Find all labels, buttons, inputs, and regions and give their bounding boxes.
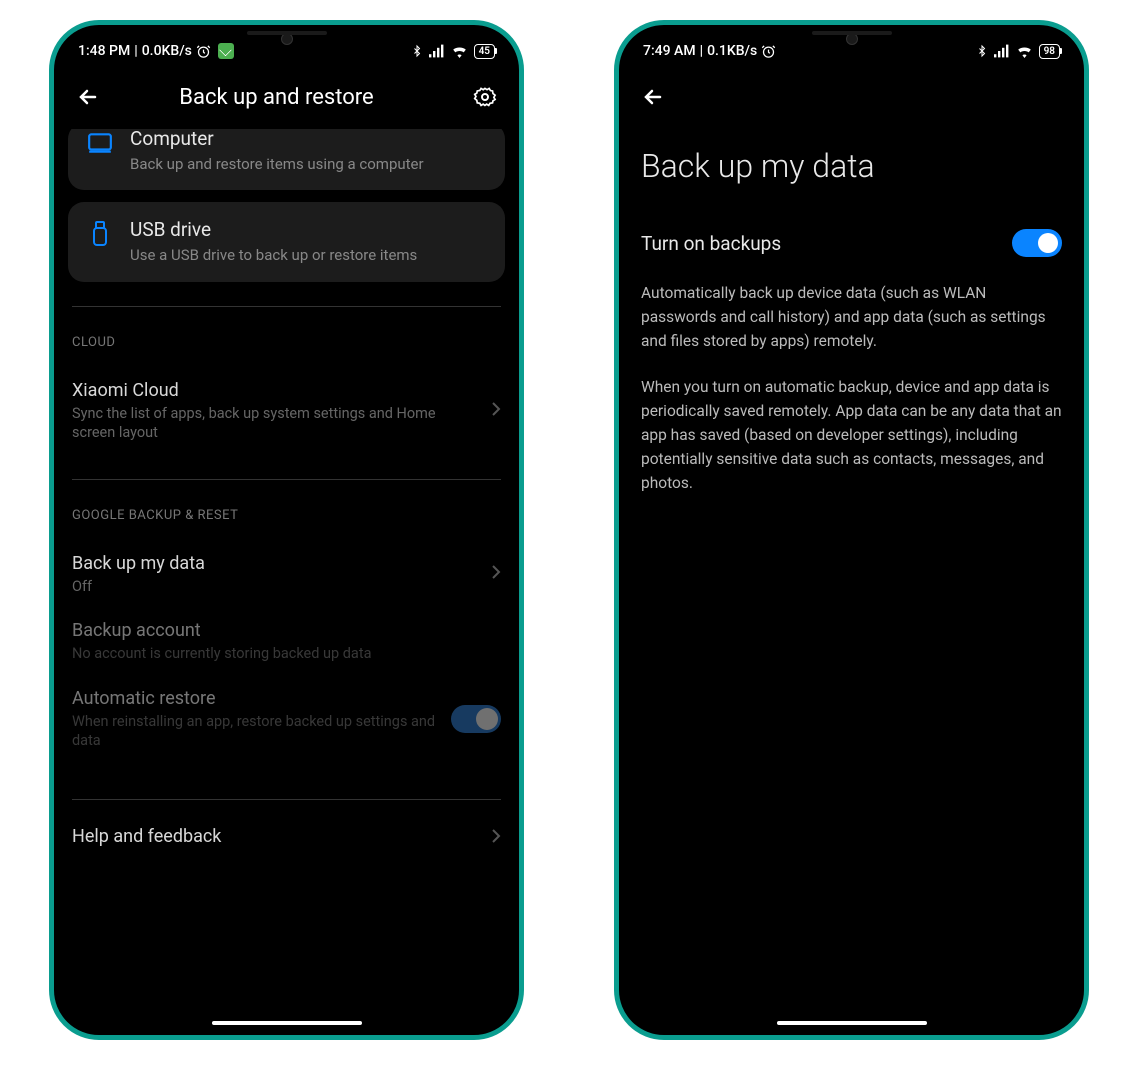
signal-icon [994,44,1010,58]
wifi-icon [451,44,468,58]
divider [72,306,501,307]
battery-indicator: 98 [1039,44,1060,59]
status-divider: | [134,43,137,59]
row-automatic-restore: Automatic restore When reinstalling an a… [68,676,505,763]
wifi-icon [1016,44,1033,58]
row-title: Xiaomi Cloud [72,380,477,401]
app-header: Back up and restore [54,65,519,129]
battery-indicator: 45 [474,44,495,59]
chevron-right-icon [491,564,501,584]
signal-icon [429,44,445,58]
notch [762,25,942,53]
card-computer[interactable]: Computer Back up and restore items using… [68,129,505,190]
card-title: Computer [130,129,487,150]
card-usb[interactable]: USB drive Use a USB drive to back up or … [68,202,505,281]
card-subtitle: Back up and restore items using a comput… [130,154,487,174]
row-backup-my-data[interactable]: Back up my data Off [68,541,505,609]
app-header [619,65,1084,117]
row-help-feedback[interactable]: Help and feedback [68,814,505,862]
chevron-right-icon [491,401,501,421]
row-title: Back up my data [72,553,477,574]
toggle-automatic-restore[interactable] [451,705,501,733]
section-label-google: GOOGLE BACKUP & RESET [68,494,505,541]
status-speed: 0.1KB/s [707,43,757,59]
home-indicator[interactable] [777,1021,927,1025]
row-title: Help and feedback [72,826,477,847]
page-title: Back up and restore [102,85,451,110]
toggle-label: Turn on backups [641,232,781,255]
section-label-cloud: CLOUD [68,321,505,368]
back-button[interactable] [74,83,102,111]
row-subtitle: When reinstalling an app, restore backed… [72,712,437,751]
settings-button[interactable] [471,83,499,111]
back-button[interactable] [639,83,667,111]
card-title: USB drive [130,218,487,241]
phone-left: 1:48 PM | 0.0KB/s 45 Back up and resto [49,20,524,1040]
bluetooth-icon [976,44,988,58]
row-subtitle: Sync the list of apps, back up system se… [72,404,477,443]
description-paragraph-2: When you turn on automatic backup, devic… [633,375,1070,517]
page-title: Back up my data [633,117,1070,221]
chevron-right-icon [491,828,501,848]
row-backup-account[interactable]: Backup account No account is currently s… [68,608,505,676]
content-area: Back up my data Turn on backups Automati… [619,117,1084,517]
status-time: 1:48 PM [78,43,130,59]
status-divider: | [700,43,703,59]
row-title: Automatic restore [72,688,437,709]
divider [72,799,501,800]
row-subtitle: No account is currently storing backed u… [72,644,501,664]
row-xiaomi-cloud[interactable]: Xiaomi Cloud Sync the list of apps, back… [68,368,505,455]
content-area: Computer Back up and restore items using… [54,129,519,862]
usb-icon [86,220,114,248]
row-turn-on-backups: Turn on backups [633,221,1070,281]
toggle-turn-on-backups[interactable] [1012,229,1062,257]
home-indicator[interactable] [212,1021,362,1025]
card-subtitle: Use a USB drive to back up or restore it… [130,245,487,265]
bluetooth-icon [411,44,423,58]
status-speed: 0.0KB/s [142,43,192,59]
divider [72,479,501,480]
status-time: 7:49 AM [643,43,696,59]
computer-icon [86,129,114,157]
row-title: Backup account [72,620,501,641]
phone-right: 7:49 AM | 0.1KB/s 98 Back up my data [614,20,1089,1040]
description-paragraph-1: Automatically back up device data (such … [633,281,1070,375]
row-subtitle: Off [72,577,477,597]
